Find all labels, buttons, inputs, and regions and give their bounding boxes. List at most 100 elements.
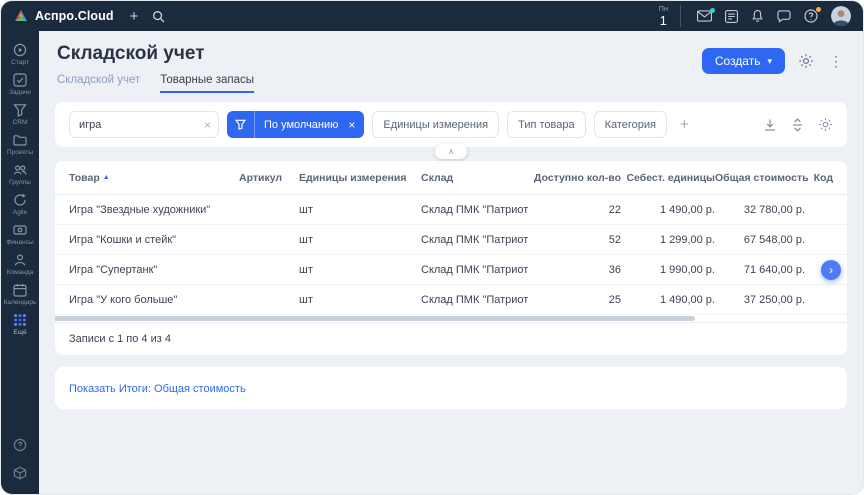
sidebar-item-label: Календарь — [4, 299, 37, 306]
sidebar-item-finance[interactable]: Финансы — [1, 219, 39, 249]
col-header-code[interactable]: Код — [805, 172, 833, 184]
col-header-total-cost[interactable]: Общая стоимость — [715, 172, 805, 184]
calendar-day-widget[interactable]: Пн 1 — [658, 5, 681, 28]
sidebar-item-label: Ещё — [13, 329, 26, 336]
stock-table: Товар▲ Артикул Единицы измерения Склад Д… — [55, 161, 847, 355]
user-avatar[interactable] — [831, 6, 851, 26]
table-row[interactable]: Игра "Кошки и стейк" шт Склад ПМК "Патри… — [55, 225, 847, 255]
sidebar-item-calendar[interactable]: Календарь — [1, 279, 39, 309]
help-badge — [816, 7, 821, 12]
cell-unit: шт — [299, 234, 421, 246]
header-actions: Создать ▾ ⋮ — [702, 48, 845, 74]
table-search: × — [69, 111, 219, 138]
create-button-label: Создать — [715, 54, 761, 68]
sidebar-item-team[interactable]: Команда — [1, 249, 39, 279]
add-filter-button[interactable]: + — [675, 117, 694, 132]
box-icon[interactable] — [13, 466, 27, 480]
question-circle-icon[interactable] — [13, 438, 27, 452]
topbar-icons — [697, 9, 818, 23]
notifications-bell-icon[interactable] — [751, 9, 764, 23]
cell-product: Игра "Звездные художники" — [69, 204, 239, 216]
clear-search-icon[interactable]: × — [204, 118, 211, 130]
table-row[interactable]: Игра "Звездные художники" шт Склад ПМК "… — [55, 195, 847, 225]
cell-warehouse: Склад ПМК "Патриот — [421, 234, 531, 246]
arrow-right-icon: › — [829, 264, 833, 276]
collapse-expand-icon[interactable] — [791, 118, 804, 132]
cell-total: 37 250,00 р. — [715, 294, 805, 306]
notes-icon[interactable] — [725, 10, 738, 23]
help-icon[interactable] — [804, 9, 818, 23]
table-settings-gear-icon[interactable] — [818, 117, 833, 132]
filter-preset-label: По умолчанию — [255, 119, 346, 131]
page-header: Складской учет Складской учет Товарные з… — [55, 41, 847, 93]
search-input[interactable] — [79, 119, 196, 131]
cell-product: Игра "Супертанк" — [69, 264, 239, 276]
filter-chip-category[interactable]: Категория — [594, 111, 667, 138]
create-button[interactable]: Создать ▾ — [702, 48, 785, 74]
cell-qty: 22 — [531, 204, 621, 216]
filter-toolbar — [763, 117, 833, 132]
quick-add-button[interactable]: + — [130, 9, 139, 24]
collapse-filters-button[interactable]: ∧ — [435, 144, 467, 159]
app-window: Аспро.Cloud + Пн 1 — [0, 0, 864, 495]
cell-total: 71 640,00 р. — [715, 264, 805, 276]
app-name: Аспро.Cloud — [35, 9, 114, 23]
table-row[interactable]: Игра "Супертанк" шт Склад ПМК "Патриот 3… — [55, 255, 847, 285]
settings-gear-icon[interactable] — [798, 53, 814, 69]
sidebar-item-agile[interactable]: Agile — [1, 189, 39, 219]
cell-product: Игра "У кого больше" — [69, 294, 239, 306]
sidebar-item-crm[interactable]: CRM — [1, 99, 39, 129]
day-number: 1 — [658, 14, 668, 27]
kebab-menu-icon[interactable]: ⋮ — [827, 54, 845, 68]
start-icon — [13, 43, 27, 57]
chevron-down-icon: ▾ — [767, 57, 772, 66]
sort-asc-icon: ▲ — [103, 174, 110, 181]
row-quick-view-button[interactable]: › — [821, 260, 841, 280]
sidebar-item-label: Финансы — [6, 239, 33, 246]
col-header-unit-cost[interactable]: Себест. единицы — [621, 172, 715, 184]
col-header-available-qty[interactable]: Доступно кол-во — [531, 172, 621, 184]
crm-funnel-icon — [13, 103, 27, 117]
export-download-icon[interactable] — [763, 118, 777, 132]
cell-total: 32 780,00 р. — [715, 204, 805, 216]
show-totals-link[interactable]: Показать Итоги: Общая стоимость — [69, 383, 246, 395]
weekday-label: Пн — [658, 5, 668, 13]
sidebar-item-label: Задачи — [9, 89, 31, 96]
sidebar-item-label: Старт — [11, 59, 29, 66]
table-row[interactable]: Игра "У кого больше" шт Склад ПМК "Патри… — [55, 285, 847, 315]
sidebar-item-groups[interactable]: Группы — [1, 159, 39, 189]
cell-qty: 25 — [531, 294, 621, 306]
horizontal-scrollbar — [55, 315, 847, 322]
sidebar-item-more[interactable]: Ещё — [1, 309, 39, 339]
cell-qty: 52 — [531, 234, 621, 246]
sidebar-item-label: CRM — [13, 119, 28, 126]
col-header-sku[interactable]: Артикул — [239, 172, 299, 184]
cell-unit-cost: 1 490,00 р. — [621, 204, 715, 216]
mail-icon[interactable] — [697, 10, 712, 22]
col-header-warehouse[interactable]: Склад — [421, 172, 531, 184]
cell-warehouse: Склад ПМК "Патриот — [421, 264, 531, 276]
sidebar-item-projects[interactable]: Проекты — [1, 129, 39, 159]
sidebar-item-start[interactable]: Старт — [1, 39, 39, 69]
filter-preset-chip[interactable]: По умолчанию × — [227, 111, 364, 138]
cell-unit: шт — [299, 204, 421, 216]
page-header-left: Складской учет Складской учет Товарные з… — [57, 43, 254, 93]
horizontal-scrollbar-thumb[interactable] — [55, 316, 695, 321]
chat-icon[interactable] — [777, 10, 791, 23]
col-header-product[interactable]: Товар▲ — [69, 172, 239, 184]
funnel-icon — [227, 111, 255, 138]
filter-chip-units[interactable]: Единицы измерения — [372, 111, 499, 138]
more-grid-icon — [13, 313, 27, 327]
cell-unit: шт — [299, 264, 421, 276]
col-header-units[interactable]: Единицы измерения — [299, 172, 421, 184]
sidebar-item-tasks[interactable]: Задачи — [1, 69, 39, 99]
search-icon[interactable] — [152, 10, 165, 23]
filter-bar: × По умолчанию × Единицы измерения Тип т… — [55, 102, 847, 147]
cell-warehouse: Склад ПМК "Патриот — [421, 204, 531, 216]
sidebar-item-label: Команда — [7, 269, 33, 276]
tab-stock[interactable]: Товарные запасы — [160, 74, 254, 93]
filter-chip-product-type[interactable]: Тип товара — [507, 111, 586, 138]
remove-preset-icon[interactable]: × — [346, 119, 364, 131]
main-content: Складской учет Складской учет Товарные з… — [39, 31, 863, 494]
tab-warehouse-accounting[interactable]: Складской учет — [57, 74, 140, 93]
